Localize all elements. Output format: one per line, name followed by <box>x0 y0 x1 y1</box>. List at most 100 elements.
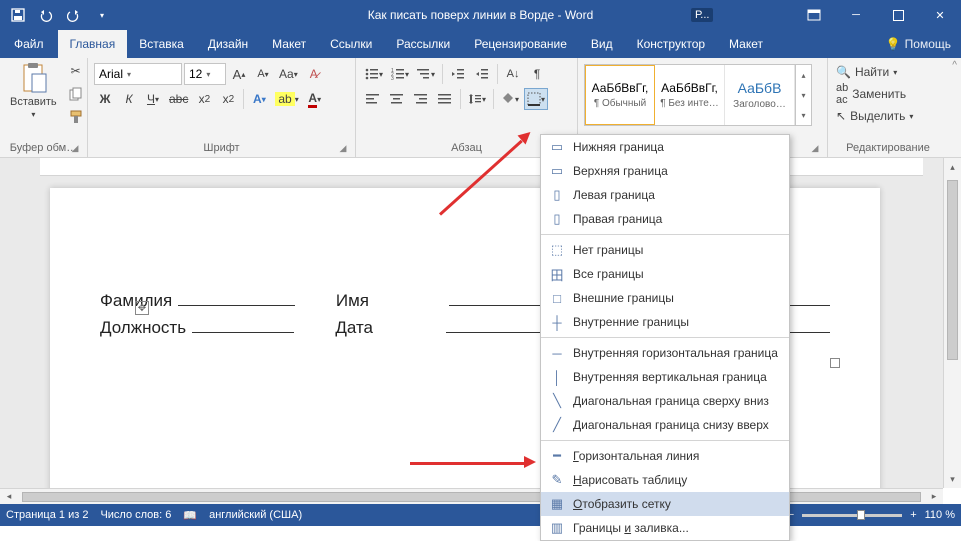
qat-more-icon[interactable]: ▾ <box>90 3 114 27</box>
increase-indent-icon[interactable] <box>471 63 493 85</box>
align-left-icon[interactable] <box>362 88 384 110</box>
font-launcher-icon[interactable]: ◢ <box>337 143 349 155</box>
line-spacing-icon[interactable]: ▾ <box>465 88 489 110</box>
border-diag-down[interactable]: ╲Диагональная граница сверху вниз <box>541 389 789 413</box>
vertical-scrollbar[interactable]: ▴ ▾ <box>943 158 961 488</box>
style-normal[interactable]: АаБбВвГг,¶ Обычный <box>585 65 655 125</box>
underline-button[interactable]: Ч▾ <box>142 88 164 110</box>
tab-references[interactable]: Ссылки <box>318 30 384 58</box>
table-move-handle[interactable]: ✥ <box>135 301 149 315</box>
table-resize-handle[interactable] <box>830 358 840 368</box>
shading-icon[interactable]: ▾ <box>498 88 522 110</box>
italic-button[interactable]: К <box>118 88 140 110</box>
status-words[interactable]: Число слов: 6 <box>100 509 171 521</box>
paste-button[interactable]: Вставить▾ <box>4 60 63 121</box>
align-right-icon[interactable] <box>410 88 432 110</box>
field-surname-line[interactable] <box>178 288 295 306</box>
borders-shading[interactable]: ▥Границы и заливка... <box>541 516 789 540</box>
font-size-combo[interactable]: 12▾ <box>184 63 226 85</box>
border-left[interactable]: ▯Левая граница <box>541 183 789 207</box>
subscript-icon[interactable]: x2 <box>193 88 215 110</box>
horizontal-scrollbar[interactable]: ◂ ▸ <box>0 488 943 504</box>
tab-file[interactable]: Файл <box>0 30 58 58</box>
gallery-down-icon[interactable]: ▾ <box>796 85 811 105</box>
styles-gallery[interactable]: АаБбВвГг,¶ Обычный АаБбВвГг,¶ Без инте… … <box>584 64 812 126</box>
draw-table[interactable]: ✎Нарисовать таблицу <box>541 468 789 492</box>
font-color-icon[interactable]: A▾ <box>304 88 326 110</box>
zoom-value[interactable]: 110 % <box>925 509 955 521</box>
horizontal-line[interactable]: ━ГГоризонтальная линияоризонтальная лини… <box>541 444 789 468</box>
multilevel-icon[interactable]: ▾ <box>414 63 438 85</box>
cut-icon[interactable]: ✂ <box>65 60 87 82</box>
highlight-icon[interactable]: ab▾ <box>272 88 301 110</box>
tab-review[interactable]: Рецензирование <box>462 30 579 58</box>
decrease-indent-icon[interactable] <box>447 63 469 85</box>
numbering-icon[interactable]: 123▾ <box>388 63 412 85</box>
borders-button[interactable]: ▾ <box>524 88 548 110</box>
strike-button[interactable]: abc <box>166 88 191 110</box>
undo-icon[interactable] <box>34 3 58 27</box>
save-icon[interactable] <box>6 3 30 27</box>
tab-insert[interactable]: Вставка <box>127 30 196 58</box>
grow-font-icon[interactable]: A▴ <box>228 63 250 85</box>
clear-format-icon[interactable]: A̷ <box>303 63 325 85</box>
border-bottom[interactable]: ▭Нижняя граница <box>541 135 789 159</box>
ribbon-display-icon[interactable] <box>793 0 835 30</box>
redo-icon[interactable] <box>62 3 86 27</box>
border-inside-h[interactable]: ─Внутренняя горизонтальная граница <box>541 341 789 365</box>
style-heading1[interactable]: АаБбВЗаголово… <box>725 65 795 125</box>
justify-icon[interactable] <box>434 88 456 110</box>
status-spellcheck-icon[interactable]: 📖 <box>183 509 197 522</box>
scroll-thumb[interactable] <box>947 180 958 360</box>
scroll-up-icon[interactable]: ▴ <box>944 158 961 176</box>
clipboard-launcher-icon[interactable]: ◢ <box>69 143 81 155</box>
sort-icon[interactable]: A↓ <box>502 63 524 85</box>
close-button[interactable]: ✕ <box>919 0 961 30</box>
bold-button[interactable]: Ж <box>94 88 116 110</box>
zoom-in-icon[interactable]: + <box>910 509 916 521</box>
border-none[interactable]: ⬚Нет границы <box>541 238 789 262</box>
border-outside[interactable]: □Внешние границы <box>541 286 789 310</box>
styles-launcher-icon[interactable]: ◢ <box>809 143 821 155</box>
show-marks-icon[interactable]: ¶ <box>526 63 548 85</box>
tab-view[interactable]: Вид <box>579 30 625 58</box>
border-diag-up[interactable]: ╱Диагональная граница снизу вверх <box>541 413 789 437</box>
shrink-font-icon[interactable]: A▾ <box>252 63 274 85</box>
format-painter-icon[interactable] <box>65 106 87 128</box>
tab-constructor[interactable]: Конструктор <box>625 30 717 58</box>
copy-icon[interactable] <box>65 83 87 105</box>
account-badge[interactable]: Р... <box>683 0 793 30</box>
tab-layout2[interactable]: Макет <box>717 30 775 58</box>
maximize-button[interactable] <box>877 0 919 30</box>
border-top[interactable]: ▭Верхняя граница <box>541 159 789 183</box>
collapse-ribbon-icon[interactable]: ^ <box>952 60 957 71</box>
border-inside[interactable]: ┼Внутренние границы <box>541 310 789 334</box>
show-grid[interactable]: ▦Отобразить сетку <box>541 492 789 516</box>
border-inside-v[interactable]: │Внутренняя вертикальная граница <box>541 365 789 389</box>
superscript-icon[interactable]: x2 <box>217 88 239 110</box>
replace-button[interactable]: abacЗаменить <box>836 84 913 104</box>
status-language[interactable]: английский (США) <box>209 509 302 521</box>
tab-home[interactable]: Главная <box>58 30 128 58</box>
tab-mailings[interactable]: Рассылки <box>384 30 462 58</box>
change-case-icon[interactable]: Aa▾ <box>276 63 301 85</box>
minimize-button[interactable]: ─ <box>835 0 877 30</box>
gallery-more-icon[interactable]: ▾ <box>796 105 811 125</box>
field-position-line[interactable] <box>192 315 294 333</box>
font-name-combo[interactable]: Arial▾ <box>94 63 182 85</box>
find-button[interactable]: 🔍Найти▾ <box>836 62 913 82</box>
align-center-icon[interactable] <box>386 88 408 110</box>
tell-me[interactable]: 💡Помощь <box>886 30 961 58</box>
border-right[interactable]: ▯Правая граница <box>541 207 789 231</box>
bullets-icon[interactable]: ▾ <box>362 63 386 85</box>
border-all[interactable]: 田Все границы <box>541 262 789 286</box>
gallery-up-icon[interactable]: ▴ <box>796 65 811 85</box>
text-effects-icon[interactable]: A▾ <box>248 88 270 110</box>
tab-design[interactable]: Дизайн <box>196 30 260 58</box>
zoom-slider[interactable] <box>802 514 902 517</box>
tab-layout[interactable]: Макет <box>260 30 318 58</box>
scroll-down-icon[interactable]: ▾ <box>944 470 961 488</box>
status-page[interactable]: Страница 1 из 2 <box>6 509 88 521</box>
style-nospacing[interactable]: АаБбВвГг,¶ Без инте… <box>655 65 725 125</box>
select-button[interactable]: ↖Выделить▾ <box>836 106 913 126</box>
